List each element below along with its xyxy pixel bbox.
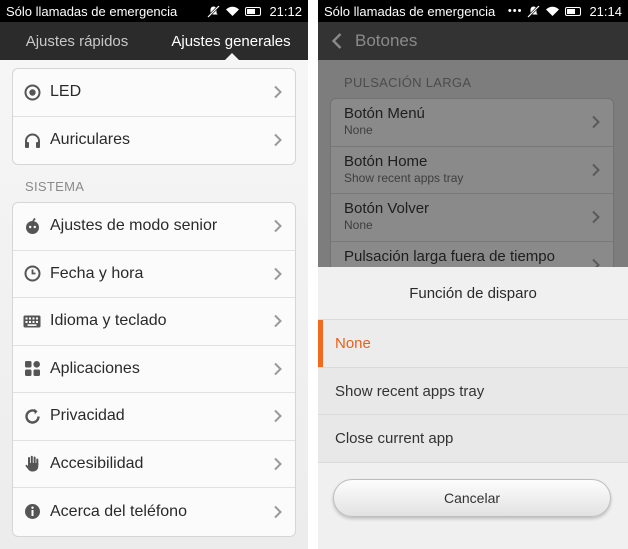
buttons-settings-screen: Sólo llamadas de emergencia ••• 21:14 Bo… bbox=[318, 0, 628, 549]
chevron-right-icon bbox=[274, 505, 282, 518]
settings-item-label: Auriculares bbox=[50, 131, 131, 149]
settings-item-applications[interactable]: Aplicaciones bbox=[13, 346, 295, 393]
settings-item-label: Fecha y hora bbox=[50, 264, 144, 282]
title-bar: Botones bbox=[318, 22, 628, 60]
keyboard-icon bbox=[23, 312, 41, 330]
battery-icon bbox=[245, 6, 262, 16]
chevron-right-icon bbox=[592, 163, 600, 176]
settings-item-date-time[interactable]: Fecha y hora bbox=[13, 251, 295, 298]
page-title: Botones bbox=[355, 31, 418, 50]
item-title: Botón Home bbox=[344, 152, 428, 170]
dialog-title: Función de disparo bbox=[318, 267, 628, 320]
settings-item-label: Acerca del teléfono bbox=[50, 502, 187, 520]
item-value: None bbox=[344, 218, 373, 232]
settings-item-headphones[interactable]: Auriculares bbox=[13, 117, 295, 165]
settings-item-label: Accesibilidad bbox=[50, 454, 144, 472]
dimmed-settings-background: PULSACIÓN LARGA Botón Menú None Botón Ho… bbox=[318, 60, 628, 549]
settings-item-home-button[interactable]: Botón Home Show recent apps tray bbox=[331, 147, 613, 194]
item-value: None bbox=[344, 123, 373, 137]
item-title: Botón Menú bbox=[344, 105, 425, 122]
status-bar: Sólo llamadas de emergencia ••• 21:14 bbox=[318, 0, 628, 22]
item-title: Pulsación larga fuera de tiempo bbox=[344, 247, 555, 265]
trigger-function-dialog: Función de disparo None Show recent apps… bbox=[318, 267, 628, 549]
chevron-right-icon bbox=[274, 362, 282, 375]
option-none[interactable]: None bbox=[318, 320, 628, 368]
carrier-text: Sólo llamadas de emergencia bbox=[6, 3, 178, 19]
device-settings-card: LED Auriculares bbox=[12, 68, 296, 165]
muted-bell-icon bbox=[207, 4, 221, 18]
chevron-right-icon bbox=[274, 220, 282, 233]
chevron-right-icon bbox=[274, 134, 282, 147]
settings-item-led[interactable]: LED bbox=[13, 69, 295, 117]
tab-quick-settings[interactable]: Ajustes rápidos bbox=[0, 33, 154, 50]
wifi-icon bbox=[546, 6, 560, 16]
option-close-current-app[interactable]: Close current app bbox=[318, 415, 628, 463]
chevron-right-icon bbox=[274, 410, 282, 423]
cancel-button[interactable]: Cancelar bbox=[333, 479, 611, 517]
chevron-right-icon bbox=[274, 315, 282, 328]
chevron-right-icon bbox=[274, 267, 282, 280]
settings-item-back-button[interactable]: Botón Volver None bbox=[331, 194, 613, 242]
apps-icon bbox=[23, 360, 41, 378]
back-arrow-icon[interactable] bbox=[330, 32, 344, 50]
settings-screen: Sólo llamadas de emergencia 21:12 Ajuste… bbox=[0, 0, 308, 549]
privacy-icon bbox=[23, 407, 41, 425]
chevron-right-icon bbox=[274, 457, 282, 470]
senior-mode-icon bbox=[23, 217, 41, 235]
chevron-right-icon bbox=[592, 210, 600, 224]
settings-item-label: Ajustes de modo senior bbox=[50, 217, 218, 235]
long-press-settings-card: Botón Menú None Botón Home Show recent a… bbox=[330, 98, 614, 290]
notification-dots: ••• bbox=[507, 5, 523, 17]
item-title: Botón Volver bbox=[344, 200, 430, 217]
info-icon bbox=[23, 503, 41, 521]
section-title-system: SISTEMA bbox=[25, 179, 85, 194]
settings-item-accessibility[interactable]: Accesibilidad bbox=[13, 441, 295, 488]
system-settings-card: Ajustes de modo senior Fecha y hora Idio… bbox=[12, 202, 296, 537]
screenshot-divider bbox=[308, 0, 318, 549]
settings-item-senior-mode[interactable]: Ajustes de modo senior bbox=[13, 203, 295, 251]
settings-item-menu-button[interactable]: Botón Menú None bbox=[331, 99, 613, 147]
headphones-icon bbox=[23, 131, 41, 149]
section-title-long-press: PULSACIÓN LARGA bbox=[344, 75, 472, 90]
settings-item-label: Privacidad bbox=[50, 407, 125, 425]
settings-item-privacy[interactable]: Privacidad bbox=[13, 393, 295, 441]
chevron-right-icon bbox=[274, 86, 282, 99]
settings-item-label: Idioma y teclado bbox=[50, 312, 167, 330]
settings-tabs: Ajustes rápidos Ajustes generales bbox=[0, 22, 308, 60]
status-time: 21:14 bbox=[589, 3, 622, 19]
settings-item-language-keyboard[interactable]: Idioma y teclado bbox=[13, 298, 295, 346]
settings-item-label: Aplicaciones bbox=[50, 359, 140, 377]
status-time: 21:12 bbox=[269, 3, 302, 19]
led-icon bbox=[23, 83, 41, 101]
item-value: Show recent apps tray bbox=[344, 170, 464, 185]
settings-item-label: LED bbox=[50, 83, 82, 101]
battery-icon bbox=[565, 6, 582, 16]
wifi-icon bbox=[226, 6, 240, 16]
tab-general-settings[interactable]: Ajustes generales bbox=[154, 33, 308, 50]
active-tab-indicator bbox=[225, 53, 239, 60]
hand-icon bbox=[23, 455, 41, 473]
chevron-right-icon bbox=[592, 115, 600, 129]
muted-bell-icon bbox=[527, 4, 541, 18]
settings-item-about-phone[interactable]: Acerca del teléfono bbox=[13, 488, 295, 536]
clock-icon bbox=[23, 265, 41, 283]
option-show-recent-apps[interactable]: Show recent apps tray bbox=[318, 367, 628, 415]
carrier-text: Sólo llamadas de emergencia bbox=[324, 3, 496, 19]
status-bar: Sólo llamadas de emergencia 21:12 bbox=[0, 0, 308, 22]
